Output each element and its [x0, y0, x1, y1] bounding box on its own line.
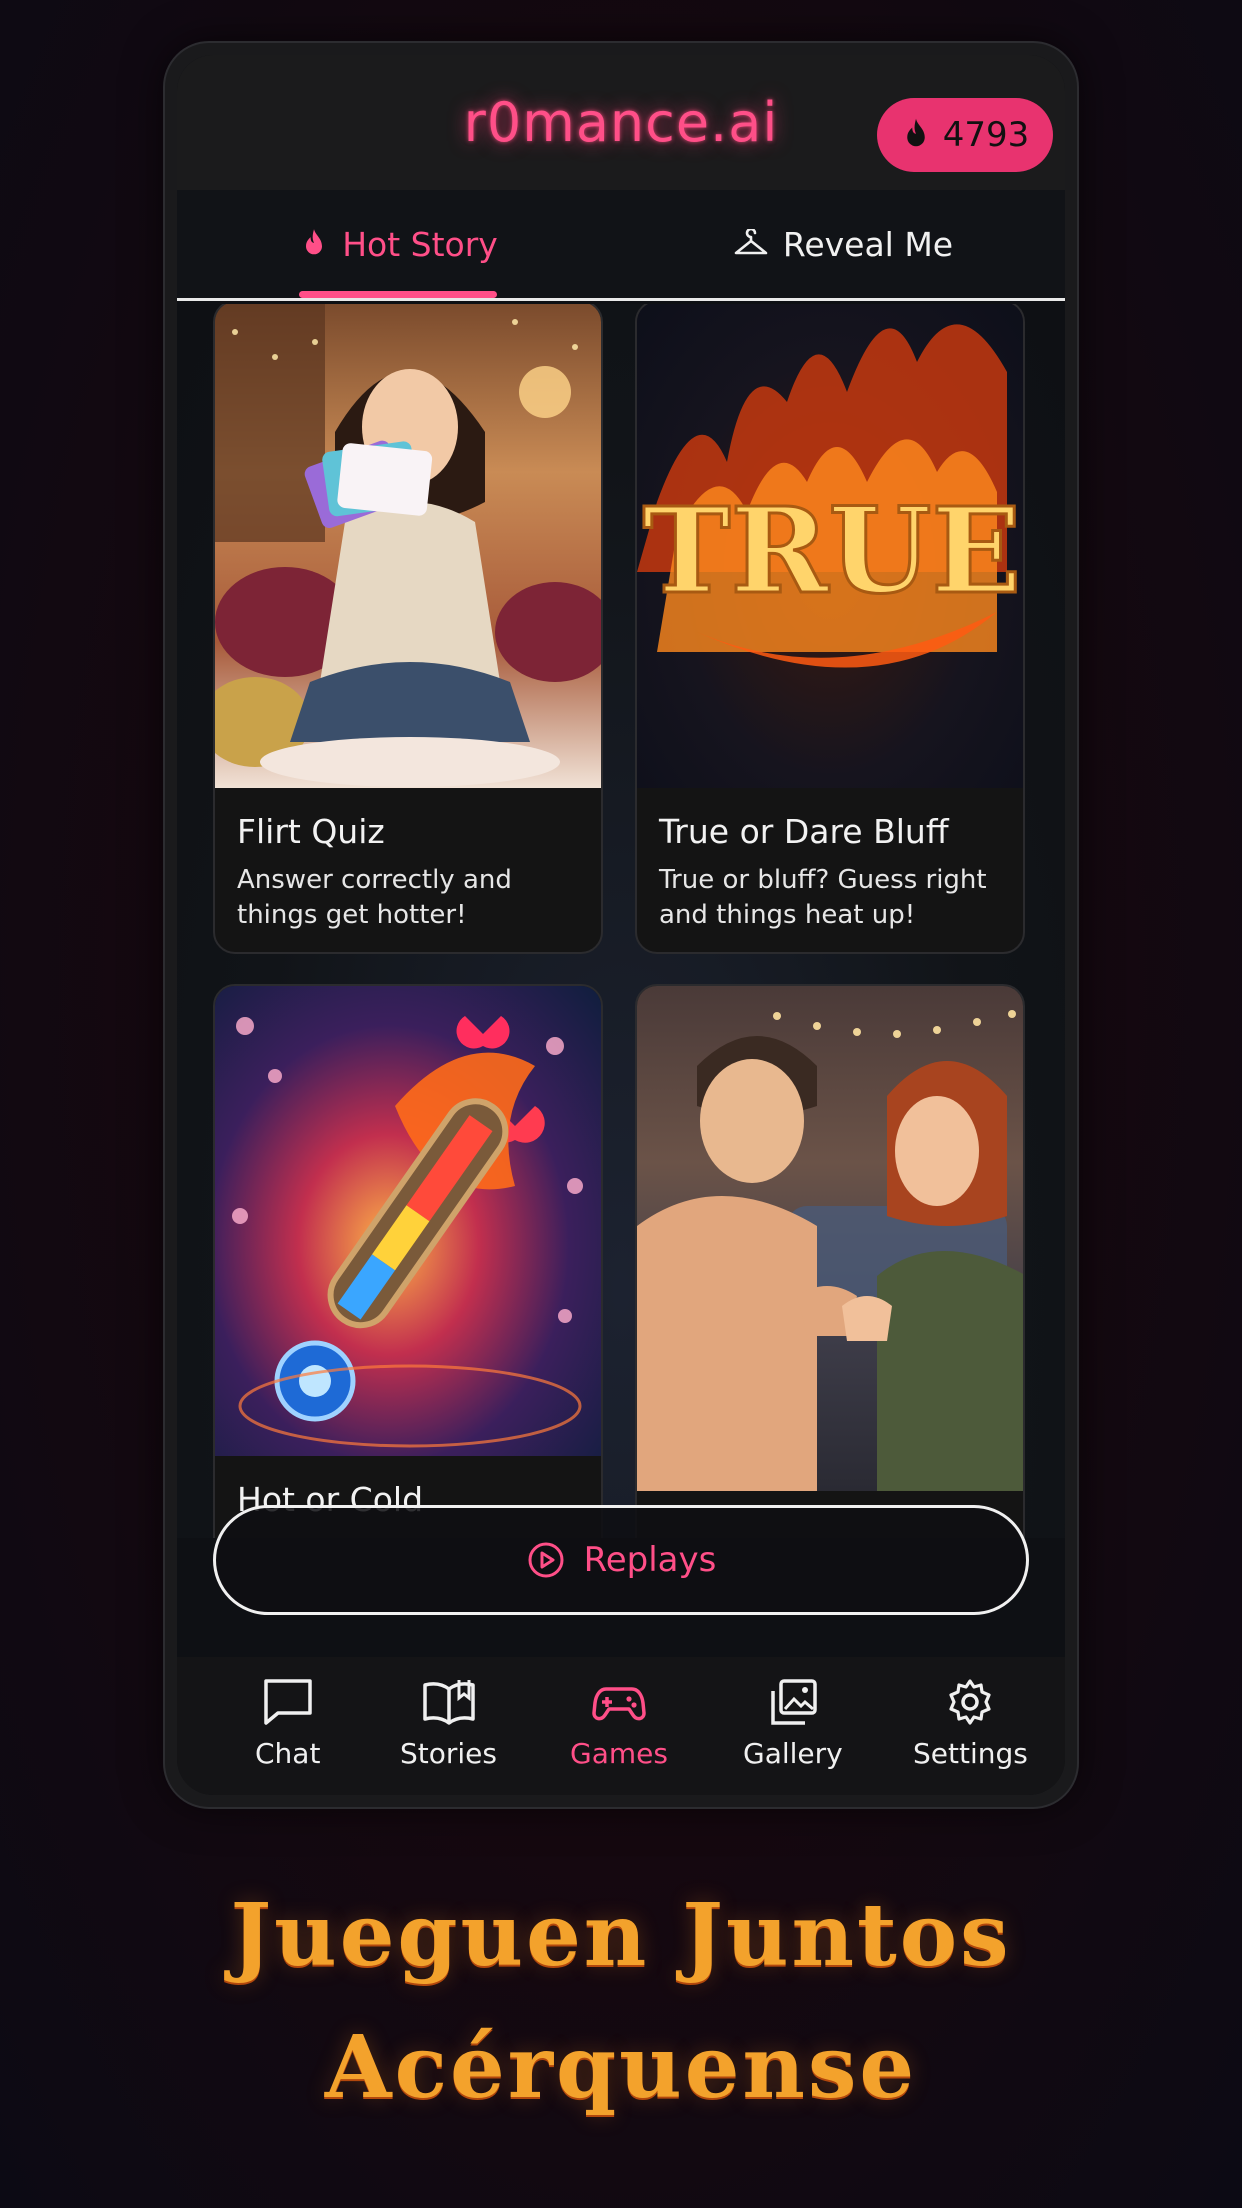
gear-icon	[949, 1679, 992, 1725]
game-tabs: Hot Story Reveal Me	[177, 190, 1065, 301]
nav-gallery[interactable]: Gallery	[743, 1677, 843, 1770]
game-card-hot-or-cold[interactable]: Hot or Cold	[213, 984, 603, 1538]
tagline-line-1: Jueguen Juntos	[230, 1885, 1012, 1986]
nav-label: Gallery	[743, 1737, 843, 1770]
nav-chat[interactable]: Chat	[255, 1677, 320, 1770]
nav-label: Stories	[400, 1737, 497, 1770]
coin-count: 4793	[942, 115, 1030, 155]
game-title: True or Dare Bluff	[659, 812, 949, 851]
game-card-true-or-dare-bluff[interactable]: TRUE True or Dare Bluff True or bluff? G…	[635, 304, 1025, 954]
tab-reveal-me[interactable]: Reveal Me	[621, 190, 1065, 298]
flame-icon	[906, 118, 925, 147]
game-card-dude-dares[interactable]	[635, 984, 1025, 1538]
nav-label: Games	[570, 1737, 668, 1770]
app-title: r0mance.ai	[463, 91, 779, 154]
play-circle-icon	[528, 1542, 564, 1578]
true-art-text: TRUE	[643, 481, 1022, 620]
tab-label: Hot Story	[342, 224, 498, 264]
bottom-navigation: Chat Stories Games Gallery Settings	[177, 1657, 1065, 1795]
tab-label: Reveal Me	[782, 224, 954, 264]
hanger-icon	[734, 229, 768, 255]
gallery-icon	[771, 1679, 817, 1725]
game-description: Answer correctly and things get hotter!	[237, 865, 512, 930]
coin-balance-badge[interactable]: 4793	[877, 98, 1053, 172]
tagline-line-2: Acérquense	[324, 2017, 918, 2118]
true-or-dare-artwork: TRUE	[637, 304, 1023, 788]
games-grid: Flirt Quiz Answer correctly and things g…	[177, 304, 1065, 1538]
phone-frame: r0mance.ai 4793 Hot Story Reveal Me Flir…	[163, 41, 1079, 1809]
top-bar: r0mance.ai 4793	[177, 55, 1065, 190]
flirt-quiz-artwork	[215, 304, 601, 788]
book-icon	[422, 1680, 475, 1725]
chat-icon	[263, 1679, 312, 1725]
app-screen: r0mance.ai 4793 Hot Story Reveal Me Flir…	[177, 55, 1065, 1795]
replays-button[interactable]: Replays	[213, 1505, 1029, 1615]
nav-stories[interactable]: Stories	[400, 1677, 497, 1770]
nav-label: Settings	[913, 1737, 1028, 1770]
game-card-flirt-quiz[interactable]: Flirt Quiz Answer correctly and things g…	[213, 304, 603, 954]
game-title: Flirt Quiz	[237, 812, 385, 851]
game-description: True or bluff? Guess right and things he…	[659, 865, 987, 930]
dude-dares-artwork	[637, 986, 1023, 1491]
flame-icon	[306, 229, 323, 255]
nav-settings[interactable]: Settings	[913, 1677, 1028, 1770]
gamepad-icon	[592, 1687, 646, 1721]
hot-or-cold-artwork	[215, 986, 601, 1456]
tab-hot-story[interactable]: Hot Story	[177, 190, 621, 298]
nav-label: Chat	[255, 1737, 321, 1770]
nav-games[interactable]: Games	[570, 1677, 668, 1770]
replays-label: Replays	[583, 1540, 717, 1580]
